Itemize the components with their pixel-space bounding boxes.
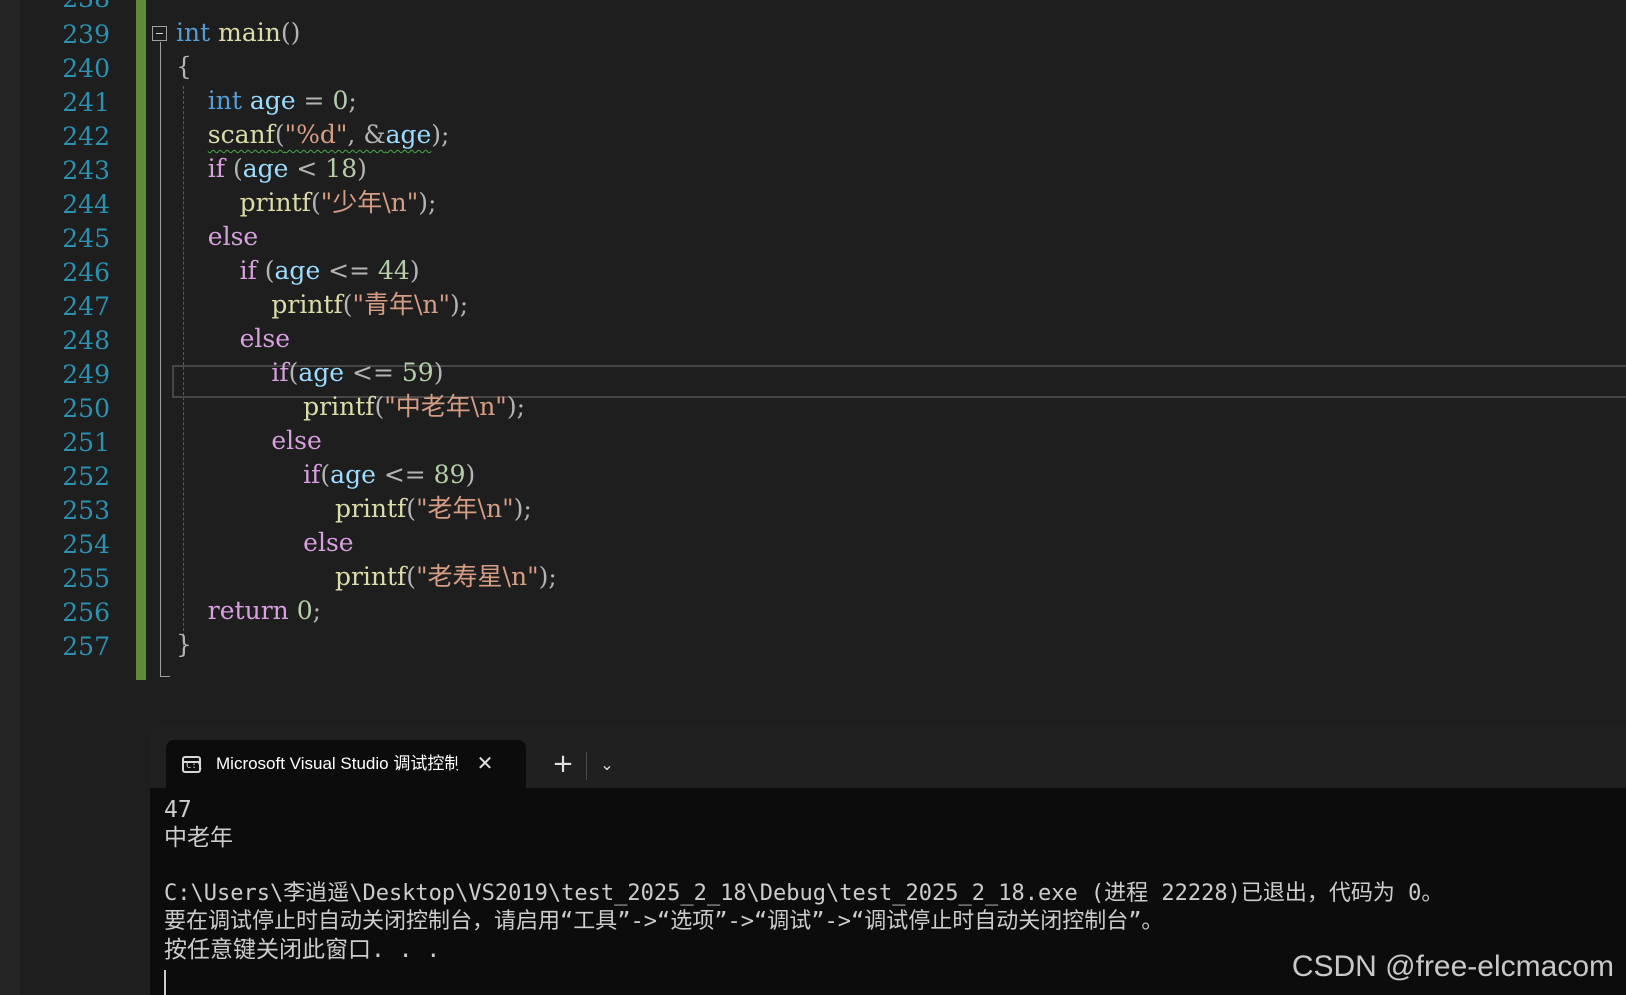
watermark: CSDN @free-elcmacom bbox=[1291, 950, 1614, 983]
code-line[interactable]: if(age <= 89) bbox=[176, 458, 475, 492]
line-number: 246 bbox=[62, 258, 110, 287]
console-output-line: 要在调试停止时自动关闭控制台，请启用“工具”->“选项”->“调试”->“调试停… bbox=[164, 909, 1164, 934]
new-tab-button[interactable]: + bbox=[546, 750, 580, 780]
line-number: 240 bbox=[62, 54, 110, 83]
code-line[interactable]: int age = 0; bbox=[176, 84, 357, 118]
code-line[interactable]: printf("青年\n"); bbox=[176, 288, 468, 322]
code-line[interactable]: else bbox=[176, 322, 290, 356]
code-line[interactable]: } bbox=[176, 628, 192, 662]
code-line[interactable]: return 0; bbox=[176, 594, 321, 628]
line-number: 245 bbox=[62, 224, 110, 253]
outline-fold-line bbox=[160, 42, 161, 676]
warning-squiggle[interactable]: scanf("%d", &age bbox=[208, 120, 431, 149]
code-line[interactable]: else bbox=[176, 526, 353, 560]
code-line[interactable]: if (age < 18) bbox=[176, 152, 367, 186]
code-line[interactable]: else bbox=[176, 424, 321, 458]
line-number: 249 bbox=[62, 360, 110, 389]
line-number: 254 bbox=[62, 530, 110, 559]
console-titlebar[interactable]: C:\ Microsoft Visual Studio 调试控制台 ✕ + ⌄ bbox=[150, 726, 1626, 788]
console-output-line: C:\Users\李逍遥\Desktop\VS2019\test_2025_2_… bbox=[164, 881, 1444, 906]
line-number: 241 bbox=[62, 88, 110, 117]
code-line[interactable]: printf("老寿星\n"); bbox=[176, 560, 557, 594]
line-number: 239 bbox=[62, 20, 110, 49]
text-cursor bbox=[164, 970, 166, 995]
tab-dropdown-button[interactable]: ⌄ bbox=[590, 750, 624, 780]
line-number: 247 bbox=[62, 292, 110, 321]
code-line[interactable]: else bbox=[176, 220, 258, 254]
code-line[interactable]: printf("少年\n"); bbox=[176, 186, 437, 220]
code-line[interactable]: if (age <= 44) bbox=[176, 254, 420, 288]
line-number: 257 bbox=[62, 632, 110, 661]
console-output-line: 按任意键关闭此窗口. . . bbox=[164, 937, 441, 963]
console-output-line: 47 bbox=[164, 797, 192, 823]
editor-left-margin bbox=[0, 0, 21, 995]
code-line[interactable]: printf("老年\n"); bbox=[176, 492, 532, 526]
console-output-line: 中老年 bbox=[164, 825, 233, 851]
line-number: 253 bbox=[62, 496, 110, 525]
code-line[interactable]: if(age <= 59) bbox=[176, 356, 443, 390]
line-number: 251 bbox=[62, 428, 110, 457]
code-line[interactable]: int main() bbox=[176, 16, 300, 50]
code-line[interactable]: printf("中老年\n"); bbox=[176, 390, 525, 424]
line-number: 252 bbox=[62, 462, 110, 491]
line-number: 242 bbox=[62, 122, 110, 151]
code-line[interactable]: { bbox=[176, 50, 192, 84]
collapse-toggle-icon[interactable] bbox=[152, 26, 167, 41]
line-number: 244 bbox=[62, 190, 110, 219]
change-tracking-bar bbox=[136, 0, 146, 680]
close-tab-button[interactable]: ✕ bbox=[472, 750, 498, 776]
line-number: 256 bbox=[62, 598, 110, 627]
tab-divider bbox=[586, 752, 587, 780]
line-number: 255 bbox=[62, 564, 110, 593]
line-number-gutter: 238 239 240 241 242 243 244 245 246 247 … bbox=[20, 0, 136, 995]
outline-fold-end bbox=[160, 676, 170, 677]
line-number: 238 bbox=[30, 0, 110, 16]
line-number: 248 bbox=[62, 326, 110, 355]
terminal-icon: C:\ bbox=[182, 756, 202, 773]
line-number: 243 bbox=[62, 156, 110, 185]
code-line[interactable]: scanf("%d", &age); bbox=[176, 118, 450, 152]
line-number: 250 bbox=[62, 394, 110, 423]
tab-title: Microsoft Visual Studio 调试控制台 bbox=[216, 754, 458, 773]
console-tab[interactable]: C:\ Microsoft Visual Studio 调试控制台 ✕ bbox=[166, 740, 526, 788]
